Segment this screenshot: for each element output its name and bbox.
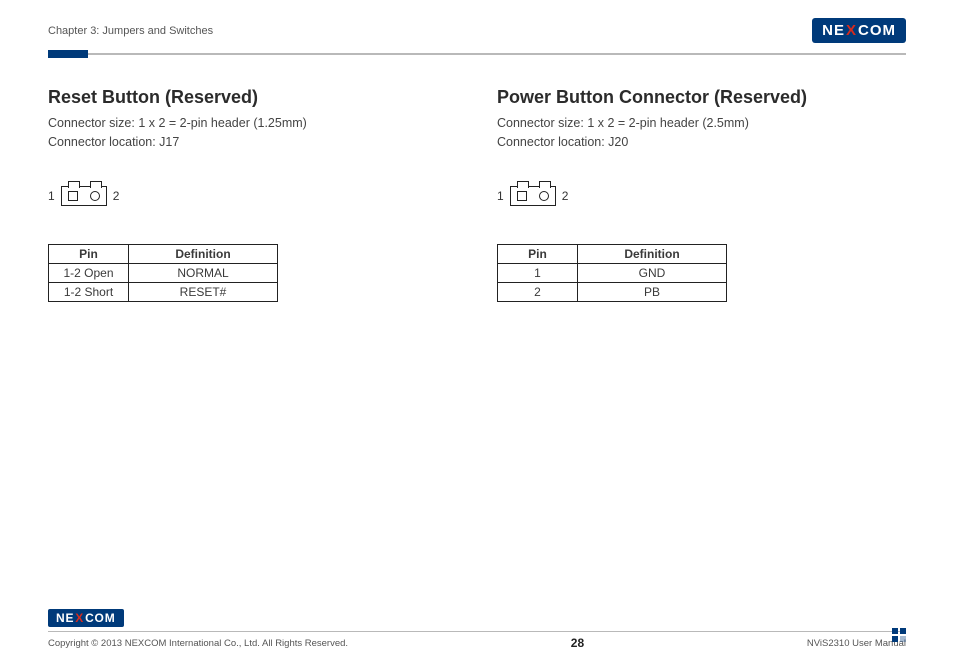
table-row: 1 GND (498, 263, 727, 282)
brand-right: COM (85, 611, 115, 625)
pin-label-2: 2 (113, 189, 120, 203)
footer-divider (48, 631, 906, 633)
cell-def: NORMAL (129, 263, 278, 282)
page-footer: NEXCOM Copyright © 2013 NEXCOM Internati… (48, 609, 906, 651)
cell-def: PB (578, 282, 727, 301)
cell-pin: 1-2 Open (49, 263, 129, 282)
pin-circle-icon (539, 191, 549, 201)
connector-location: Connector location: J17 (48, 133, 457, 152)
pin-square-icon (517, 191, 527, 201)
pin-table: Pin Definition 1 GND 2 PB (497, 244, 727, 302)
pin-table: Pin Definition 1-2 Open NORMAL 1-2 Short… (48, 244, 278, 302)
corner-squares-icon (892, 628, 906, 642)
cell-pin: 1 (498, 263, 578, 282)
cell-pin: 2 (498, 282, 578, 301)
brand-left: NE (56, 611, 74, 625)
section-title: Reset Button (Reserved) (48, 87, 457, 108)
connector-icon (61, 186, 107, 206)
table-header-row: Pin Definition (49, 244, 278, 263)
section-power-button: Power Button Connector (Reserved) Connec… (497, 87, 906, 302)
pin-circle-icon (90, 191, 100, 201)
brand-logo-top: NEXCOM (812, 18, 906, 43)
pin-label-1: 1 (48, 189, 55, 203)
connector-icon (510, 186, 556, 206)
pin-label-2: 2 (562, 189, 569, 203)
section-title: Power Button Connector (Reserved) (497, 87, 906, 108)
brand-right: COM (858, 22, 896, 39)
copyright-text: Copyright © 2013 NEXCOM International Co… (48, 638, 348, 649)
page-header: Chapter 3: Jumpers and Switches NEXCOM (0, 0, 954, 49)
col-pin: Pin (49, 244, 129, 263)
col-definition: Definition (578, 244, 727, 263)
table-row: 1-2 Open NORMAL (49, 263, 278, 282)
brand-logo-bottom: NEXCOM (48, 609, 124, 627)
chapter-label: Chapter 3: Jumpers and Switches (48, 25, 213, 37)
connector-size: Connector size: 1 x 2 = 2-pin header (2.… (497, 114, 906, 133)
cell-def: GND (578, 263, 727, 282)
brand-left: NE (822, 22, 845, 39)
page-number: 28 (571, 636, 584, 650)
connector-location: Connector location: J20 (497, 133, 906, 152)
section-reset-button: Reset Button (Reserved) Connector size: … (48, 87, 457, 302)
brand-x-icon: X (75, 611, 84, 625)
header-divider (48, 53, 906, 55)
connector-diagram: 1 2 (48, 186, 457, 206)
cell-pin: 1-2 Short (49, 282, 129, 301)
table-header-row: Pin Definition (498, 244, 727, 263)
pin-label-1: 1 (497, 189, 504, 203)
pin-square-icon (68, 191, 78, 201)
col-pin: Pin (498, 244, 578, 263)
footer-row: Copyright © 2013 NEXCOM International Co… (48, 636, 906, 650)
connector-diagram: 1 2 (497, 186, 906, 206)
cell-def: RESET# (129, 282, 278, 301)
main-content: Reset Button (Reserved) Connector size: … (0, 55, 954, 302)
connector-size: Connector size: 1 x 2 = 2-pin header (1.… (48, 114, 457, 133)
table-row: 2 PB (498, 282, 727, 301)
col-definition: Definition (129, 244, 278, 263)
brand-x-icon: X (846, 22, 857, 39)
table-row: 1-2 Short RESET# (49, 282, 278, 301)
